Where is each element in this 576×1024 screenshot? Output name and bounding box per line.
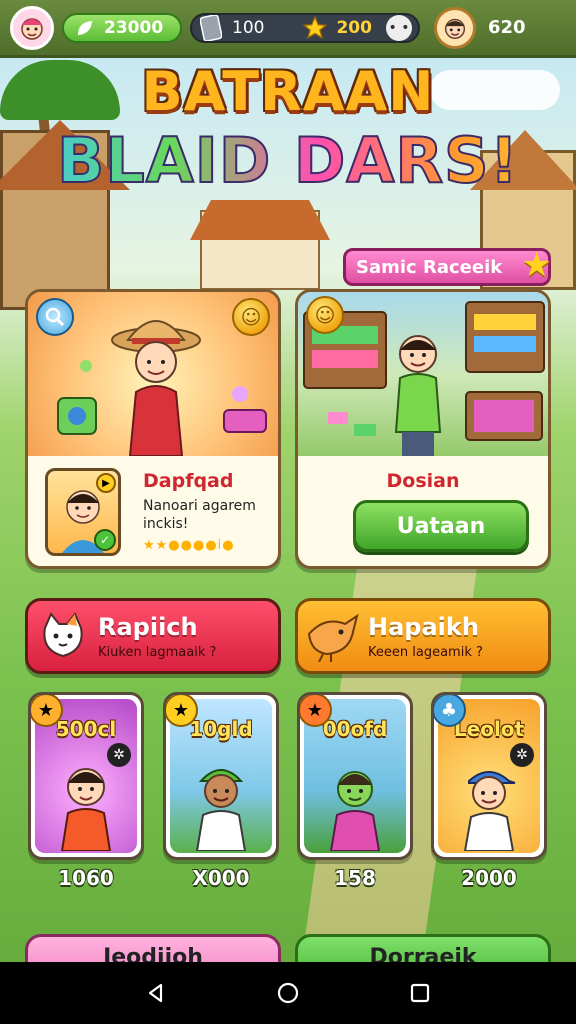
card-left-title: Dapfqad: [143, 470, 234, 492]
wide-orange-subtitle: Keeen lageamik ?: [368, 644, 483, 660]
tile-1-star-icon: ★: [31, 695, 63, 727]
ribbon-star-icon: ★: [521, 245, 552, 285]
top-bar: 23000 100 200 • • 620: [0, 0, 576, 58]
search-icon[interactable]: [36, 298, 74, 336]
settings-face-icon[interactable]: • •: [386, 14, 412, 41]
tile-2-price: X000: [192, 866, 250, 890]
wide-red-subtitle: Kiuken lagmaaik ?: [98, 644, 217, 660]
coin-count: 620: [488, 17, 526, 38]
tile-4-boy-icon: [463, 771, 516, 851]
wide-orange-title: Hapaikh: [368, 612, 479, 641]
star-count: 200: [336, 17, 372, 38]
wide-button-red[interactable]: Rapiich Kiuken lagmaaik ?: [25, 598, 281, 674]
back-icon[interactable]: [136, 973, 176, 1013]
tile-3-star-icon: ★: [300, 695, 332, 727]
ribbon-label: Samic Raceeik: [356, 256, 503, 278]
card-right-action-button[interactable]: Uataan: [353, 500, 529, 552]
boy-face-icon: [444, 18, 466, 39]
event-ribbon[interactable]: Samic Raceeik ★: [343, 245, 552, 286]
card-count: 100: [232, 17, 265, 38]
tile-2-boy-icon: [195, 769, 247, 851]
market-art: ☺: [298, 292, 548, 456]
cat-icon: [28, 601, 98, 671]
card-left-rating: ★★●●●●i●: [143, 538, 235, 553]
fox-icon: [298, 601, 368, 671]
player-avatar[interactable]: [10, 5, 54, 50]
gem-counter[interactable]: 23000: [62, 12, 182, 43]
character-art: ☺: [28, 292, 278, 457]
card-left-description: Nanoari agarem inckis!: [143, 498, 256, 532]
tile-3-price: 158: [334, 866, 376, 890]
wide-button-orange[interactable]: Hapaikh Keeen lageamik ?: [295, 598, 551, 674]
home-icon[interactable]: [268, 973, 308, 1013]
avatar-face-icon: [21, 17, 43, 40]
character-portrait: ▶ ✓: [45, 468, 121, 556]
star-icon: [302, 15, 328, 41]
leaf-icon: [72, 15, 98, 41]
gem-count: 23000: [104, 17, 164, 38]
character-tile-4[interactable]: Leolot ♣ ✲: [431, 692, 547, 860]
tile-2-star-icon: ★: [166, 695, 198, 727]
character-tile-2[interactable]: 10gld ★: [163, 692, 279, 860]
smiley-coin-icon: ☺: [232, 298, 270, 336]
resource-bar: 100 200 • •: [190, 12, 420, 43]
system-nav-bar: [0, 962, 576, 1024]
wide-red-title: Rapiich: [98, 612, 198, 641]
friend-avatar[interactable]: [434, 6, 476, 49]
tile-1-price: 1060: [58, 866, 114, 890]
hut-roof-center: [190, 200, 330, 240]
tile-4-price: 2000: [461, 866, 517, 890]
recents-icon[interactable]: [400, 973, 440, 1013]
tile-4-clover-icon: ♣: [434, 695, 466, 727]
check-badge-icon: ✓: [94, 529, 116, 551]
card-right-title: Dosian: [386, 470, 460, 492]
character-card-left[interactable]: ☺ ▶ ✓ Dapfqad Nanoari agarem inckis! ★★●…: [25, 289, 281, 569]
character-tile-1[interactable]: 500cl ★ ✲: [28, 692, 144, 860]
character-tile-3[interactable]: 00ofd ★: [297, 692, 413, 860]
character-card-right[interactable]: ☺ Dosian Uataan: [295, 289, 551, 569]
tile-1-boy-icon: [60, 768, 112, 851]
phone-card-icon: [198, 14, 224, 41]
game-title-line2: BLAID DARS!: [0, 123, 576, 198]
tile-3-boy-icon: [329, 771, 381, 851]
play-badge-icon: ▶: [96, 473, 116, 493]
laughing-coin-icon: ☺: [306, 296, 344, 334]
game-title-line1: BATRAAN: [141, 60, 435, 123]
